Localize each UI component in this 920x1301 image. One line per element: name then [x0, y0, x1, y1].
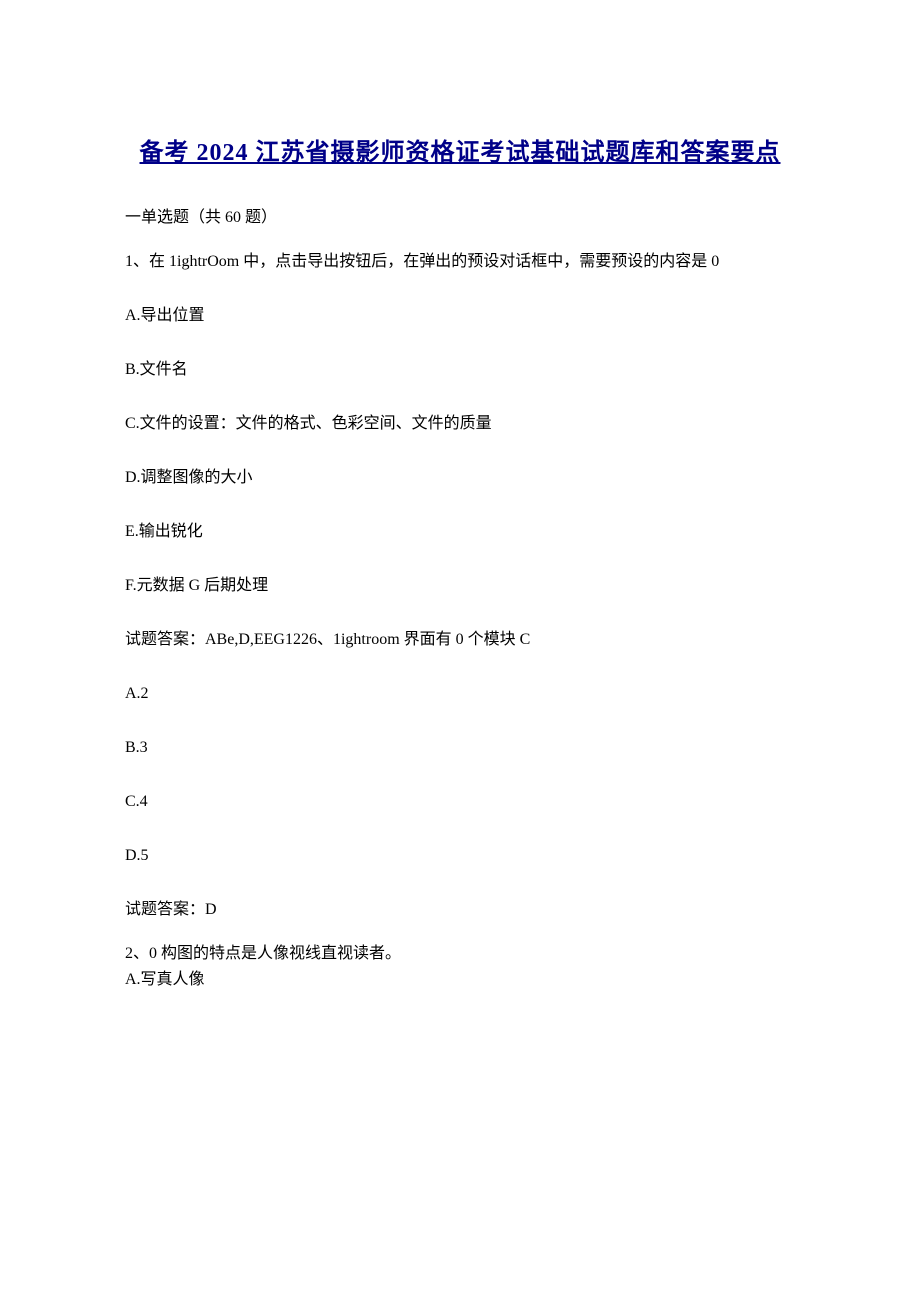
question-1-sub-option-a: A.2: [125, 682, 795, 706]
document-title: 备考 2024 江苏省摄影师资格证考试基础试题库和答案要点: [125, 135, 795, 171]
question-1-sub-option-b: B.3: [125, 736, 795, 760]
question-1-option-a: A.导出位置: [125, 304, 795, 328]
question-2-option-a: A.写真人像: [125, 968, 795, 992]
question-1-option-e: E.输出锐化: [125, 520, 795, 544]
question-1-text: 1、在 1ightrOom 中，点击导出按钮后，在弹出的预设对话框中，需要预设的…: [125, 250, 795, 274]
question-1-option-f: F.元数据 G 后期处理: [125, 574, 795, 598]
question-1-option-c: C.文件的设置：文件的格式、色彩空间、文件的质量: [125, 412, 795, 436]
question-1-sub-option-c: C.4: [125, 790, 795, 814]
question-1-option-b: B.文件名: [125, 358, 795, 382]
question-1-sub-option-d: D.5: [125, 844, 795, 868]
question-2-text: 2、0 构图的特点是人像视线直视读者。: [125, 942, 795, 966]
question-1-answer-combined: 试题答案：ABe,D,EEG1226、1ightroom 界面有 0 个模块 C: [125, 628, 795, 652]
section-header: 一单选题（共 60 题）: [125, 206, 795, 230]
question-1-sub-answer: 试题答案：D: [125, 898, 795, 922]
question-1-option-d: D.调整图像的大小: [125, 466, 795, 490]
